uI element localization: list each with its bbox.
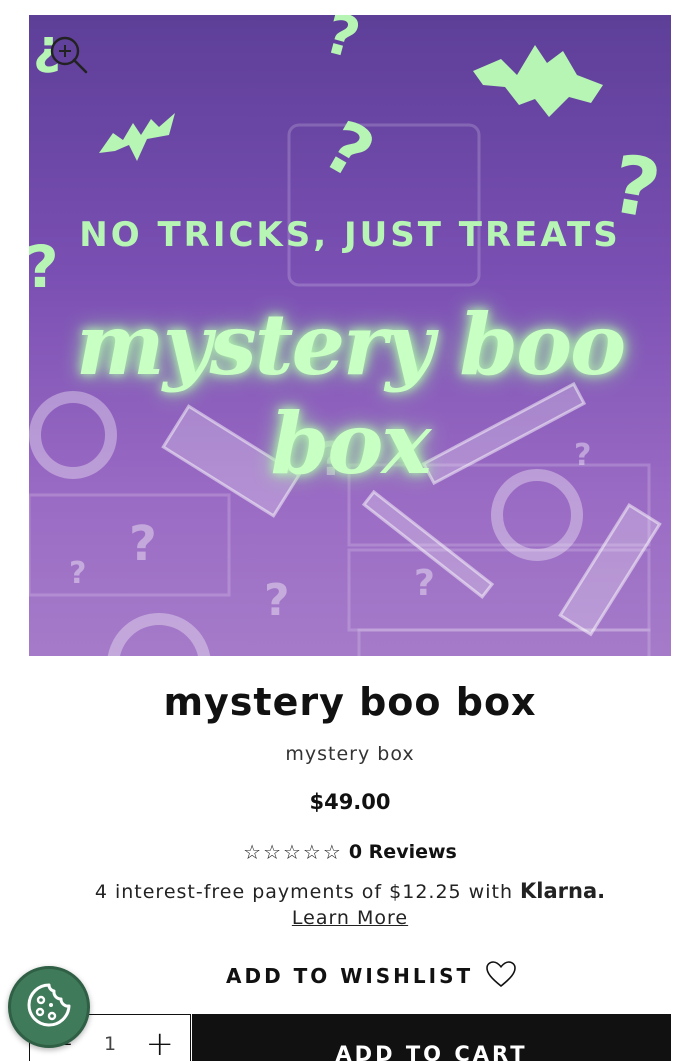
product-type: mystery box	[285, 743, 415, 765]
klarna-message: 4 interest-free payments of $12.25 with …	[0, 878, 700, 931]
hero-tagline: NO TRICKS, JUST TREATS	[79, 215, 621, 255]
klarna-text: 4 interest-free payments of $12.25 with	[94, 881, 513, 903]
product-price: $49.00	[309, 790, 391, 814]
add-to-cart-button[interactable]: ADD TO CART	[192, 1014, 671, 1061]
product-image[interactable]: ? ? ? ? ? ? ? ? ? ? ? NO TRICKS, JUST TR…	[29, 15, 671, 656]
heart-outline-icon	[485, 960, 517, 992]
svg-text:?: ?	[311, 105, 387, 196]
klarna-logo: Klarna.	[520, 879, 606, 903]
zoom-in-icon[interactable]	[48, 34, 90, 76]
add-to-wishlist-button[interactable]: ADD TO WISHLIST	[226, 958, 517, 994]
rating-summary: ☆☆☆☆☆ 0 Reviews	[0, 840, 700, 864]
svg-text:?: ?	[129, 516, 157, 572]
quantity-increase-button[interactable]: +	[146, 1027, 175, 1061]
svg-text:?: ?	[69, 556, 86, 591]
klarna-learn-more-link[interactable]: Learn More	[292, 905, 408, 931]
quantity-input[interactable]	[95, 1033, 125, 1055]
svg-text:?: ?	[318, 15, 366, 72]
reviews-link[interactable]: 0 Reviews	[349, 841, 457, 863]
cookie-icon	[24, 980, 74, 1034]
product-title: mystery boo box	[163, 680, 537, 724]
wishlist-label: ADD TO WISHLIST	[226, 964, 474, 988]
star-rating-icon: ☆☆☆☆☆	[243, 840, 343, 864]
cookie-settings-button[interactable]	[8, 966, 90, 1048]
svg-text:?: ?	[264, 575, 290, 626]
svg-text:?: ?	[414, 563, 435, 604]
hero-script-title: mystery boo box	[75, 295, 626, 493]
